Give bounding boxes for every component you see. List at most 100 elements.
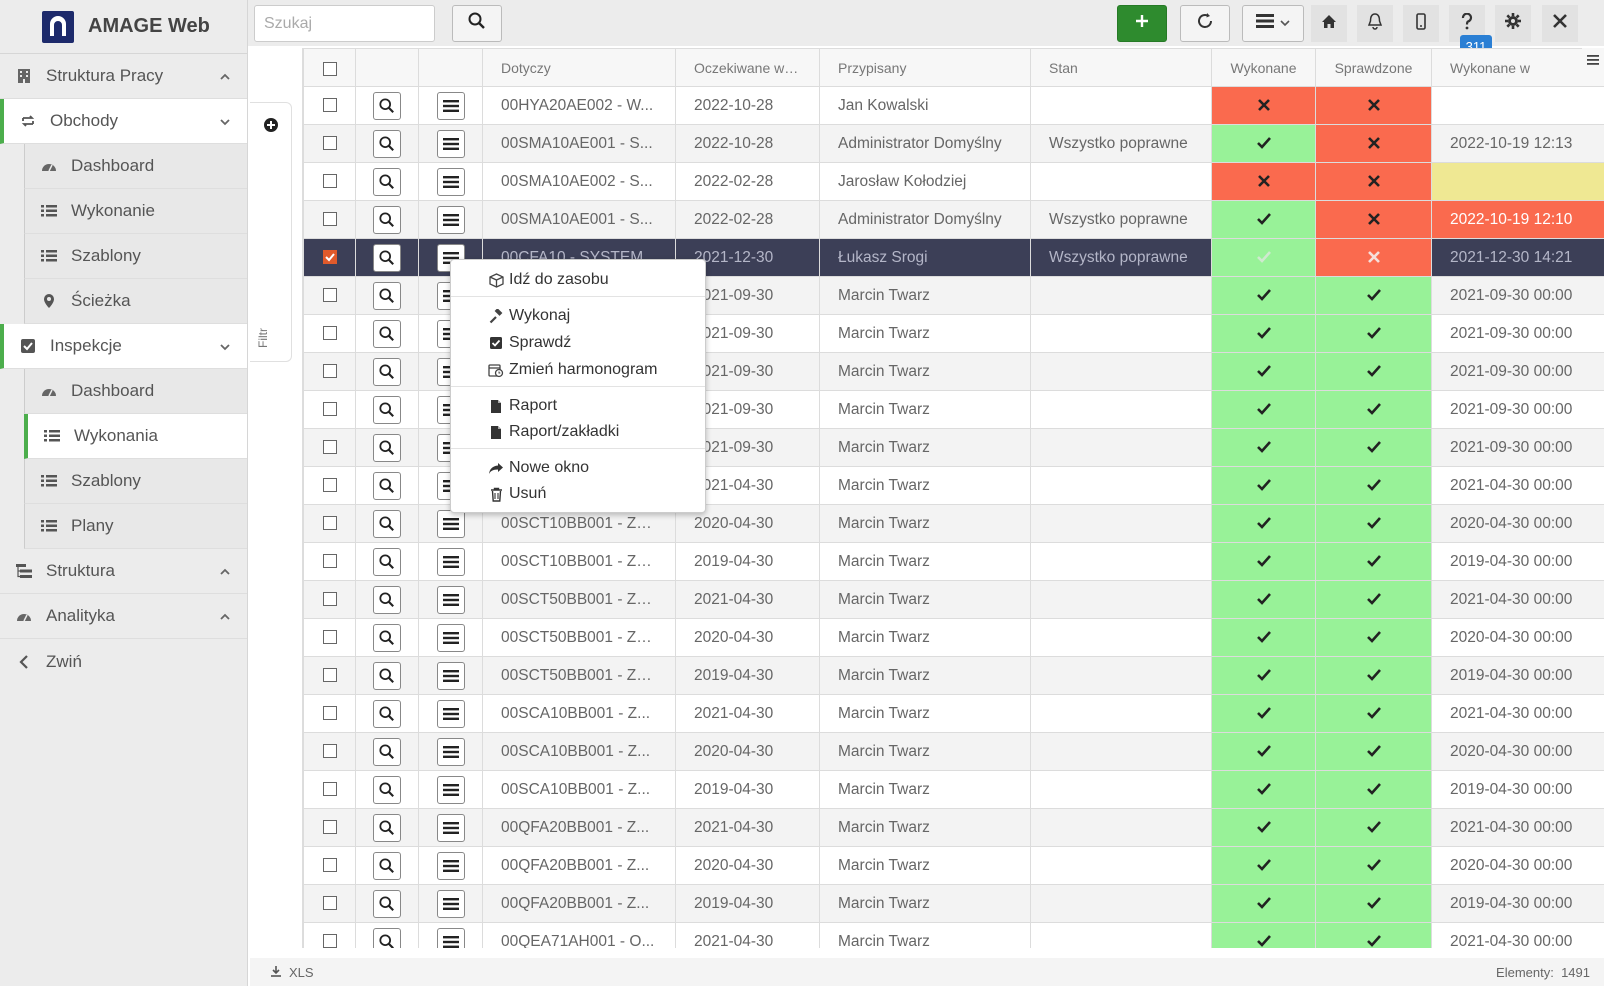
preview-button[interactable] — [373, 699, 401, 728]
sidebar-item-obchody[interactable]: Obchody — [0, 99, 247, 144]
preview-button[interactable] — [373, 167, 401, 196]
preview-button[interactable] — [373, 813, 401, 842]
table-row[interactable]: 00SCA10BB001 - Z... 2019-04-30 Marcin Twar… — [303, 770, 1604, 809]
table-row[interactable]: 00SCT10BB001 - ZB... 2019-04-30 Marcin Twa… — [303, 542, 1604, 581]
filter-label[interactable]: Filtr — [256, 328, 270, 348]
preview-button[interactable] — [373, 547, 401, 576]
row-checkbox[interactable] — [322, 554, 337, 569]
preview-button[interactable] — [373, 471, 401, 500]
row-checkbox[interactable] — [322, 364, 337, 379]
row-menu-button[interactable] — [436, 889, 465, 918]
preview-button[interactable] — [373, 433, 401, 462]
cell-dotyczy[interactable]: 00QFA20BB001 - Z... — [482, 808, 676, 847]
row-menu-button[interactable] — [436, 775, 465, 804]
sidebar-item-struktura[interactable]: Struktura — [0, 549, 247, 594]
row-menu-button[interactable] — [436, 547, 465, 576]
row-checkbox[interactable] — [322, 326, 337, 341]
sidebar-item-sciezka[interactable]: Ścieżka — [24, 279, 247, 324]
cell-dotyczy[interactable]: 00SCT50BB001 - ZB... — [482, 618, 676, 657]
cell-dotyczy[interactable]: 00SMA10AE002 - S... — [482, 162, 676, 201]
preview-button[interactable] — [373, 205, 401, 234]
menu-item-check[interactable]: Sprawdź — [487, 331, 571, 355]
header-stan[interactable]: Stan — [1030, 48, 1212, 87]
notifications-button[interactable] — [1357, 5, 1393, 42]
row-checkbox[interactable] — [322, 250, 337, 265]
preview-button[interactable] — [373, 319, 401, 348]
home-button[interactable] — [1311, 5, 1347, 42]
header-dotyczy[interactable]: Dotyczy — [482, 48, 676, 87]
sidebar-item-struktura-pracy[interactable]: Struktura Pracy — [0, 54, 247, 99]
select-all-checkbox[interactable] — [322, 61, 337, 76]
table-row[interactable]: 00SMA10AE001 - S... 2022-02-28 Administrat… — [303, 200, 1604, 239]
row-checkbox[interactable] — [322, 706, 337, 721]
row-checkbox[interactable] — [322, 896, 337, 911]
sidebar-item-plany[interactable]: Plany — [24, 504, 247, 549]
cell-dotyczy[interactable]: 00QFA20BB001 - Z... — [482, 884, 676, 923]
row-checkbox[interactable] — [322, 288, 337, 303]
table-row[interactable]: 00QFA20BB001 - Z... 2020-04-30 Marcin Twar… — [303, 846, 1604, 885]
row-checkbox[interactable] — [322, 820, 337, 835]
brand[interactable]: AMAGE Web — [0, 0, 247, 54]
table-row[interactable]: 00SCT50BB001 - ZB... 2021-04-30 Marcin Twa… — [303, 580, 1604, 619]
preview-button[interactable] — [373, 889, 401, 918]
table-row[interactable]: 00HYA20AE002 - W... 2022-10-28 Jan Kowalsk… — [303, 86, 1604, 125]
menu-item-report[interactable]: Raport — [487, 394, 557, 418]
row-checkbox[interactable] — [322, 668, 337, 683]
cell-dotyczy[interactable]: 00SCT50BB001 - ZB... — [482, 580, 676, 619]
settings-button[interactable] — [1495, 5, 1531, 42]
row-menu-button[interactable] — [436, 927, 465, 948]
cell-dotyczy[interactable]: 00SMA10AE001 - S... — [482, 200, 676, 239]
preview-button[interactable] — [373, 851, 401, 880]
row-checkbox[interactable] — [322, 440, 337, 455]
table-row[interactable]: 00QFA20BB001 - Z... 2021-04-30 Marcin Twar… — [303, 808, 1604, 847]
search-input[interactable] — [254, 5, 435, 42]
cell-dotyczy[interactable]: 00SCA10BB001 - Z... — [482, 694, 676, 733]
preview-button[interactable] — [373, 661, 401, 690]
preview-button[interactable] — [373, 243, 401, 272]
refresh-button[interactable] — [1180, 5, 1230, 42]
row-checkbox[interactable] — [322, 782, 337, 797]
preview-button[interactable] — [373, 623, 401, 652]
menu-item-delete[interactable]: Usuń — [487, 482, 546, 506]
row-checkbox[interactable] — [322, 212, 337, 227]
row-checkbox[interactable] — [322, 858, 337, 873]
cell-dotyczy[interactable]: 00SCA10BB001 - Z... — [482, 770, 676, 809]
cell-dotyczy[interactable]: 00SCT50BB001 - ZB... — [482, 656, 676, 695]
export-xls-button[interactable]: XLS — [270, 965, 314, 980]
row-checkbox[interactable] — [322, 402, 337, 417]
row-menu-button[interactable] — [436, 623, 465, 652]
row-menu-button[interactable] — [436, 509, 465, 538]
sidebar-item-obchody-szablony[interactable]: Szablony — [24, 234, 247, 279]
menu-item-change-schedule[interactable]: Zmień harmonogram — [487, 358, 658, 382]
table-row[interactable]: 00SCA10BB001 - Z... 2020-04-30 Marcin Twar… — [303, 732, 1604, 771]
add-button[interactable] — [1117, 5, 1167, 42]
preview-button[interactable] — [373, 91, 401, 120]
row-checkbox[interactable] — [322, 98, 337, 113]
sidebar-item-obchody-dashboard[interactable]: Dashboard — [24, 144, 247, 189]
column-menu-button[interactable] — [1582, 48, 1604, 74]
row-menu-button[interactable] — [436, 585, 465, 614]
sidebar-item-inspekcje[interactable]: Inspekcje — [0, 324, 247, 369]
row-menu-button[interactable] — [436, 91, 465, 120]
row-menu-button[interactable] — [436, 813, 465, 842]
row-menu-button[interactable] — [436, 205, 465, 234]
row-checkbox[interactable] — [322, 592, 337, 607]
menu-item-new-window[interactable]: Nowe okno — [487, 456, 589, 480]
table-row[interactable]: 00SCT50BB001 - ZB... 2020-04-30 Marcin Twa… — [303, 618, 1604, 657]
preview-button[interactable] — [373, 129, 401, 158]
row-menu-button[interactable] — [436, 129, 465, 158]
sidebar-collapse[interactable]: Zwiń — [0, 639, 247, 684]
cell-dotyczy[interactable]: 00QFA20BB001 - Z... — [482, 846, 676, 885]
table-row[interactable]: 00SCT50BB001 - ZB... 2019-04-30 Marcin Twa… — [303, 656, 1604, 695]
header-przypisany[interactable]: Przypisany — [819, 48, 1031, 87]
row-checkbox[interactable] — [322, 744, 337, 759]
mobile-button[interactable] — [1403, 5, 1439, 42]
cell-dotyczy[interactable]: 00HYA20AE002 - W... — [482, 86, 676, 125]
close-button[interactable] — [1542, 5, 1578, 42]
row-menu-button[interactable] — [436, 699, 465, 728]
table-row[interactable]: 00QEA71AH001 - O... 2021-04-30 Marcin Twar… — [303, 922, 1604, 948]
cell-dotyczy[interactable]: 00QEA71AH001 - O... — [482, 922, 676, 948]
row-menu-button[interactable] — [436, 851, 465, 880]
header-wykonane-w[interactable]: Wykonane w — [1431, 48, 1604, 87]
preview-button[interactable] — [373, 585, 401, 614]
